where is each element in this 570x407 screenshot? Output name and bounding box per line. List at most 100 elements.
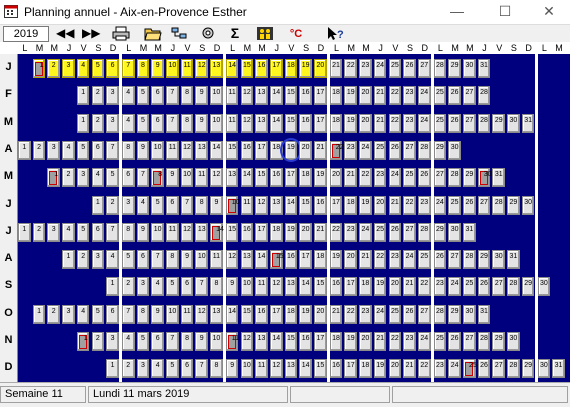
day-cell[interactable]: 29 [492,332,506,351]
day-cell[interactable]: 13 [210,304,223,324]
day-cell[interactable]: 18 [299,168,312,188]
day-cell[interactable]: 20 [359,332,372,351]
day-cell[interactable]: 4 [121,113,135,133]
day-cell[interactable]: 11 [195,168,209,188]
day-cell[interactable]: 25 [417,250,431,270]
day-cell[interactable]: 14 [225,59,239,78]
day-cell[interactable]: 9 [225,277,239,297]
day-cell[interactable]: 7 [151,250,164,270]
day-cell[interactable]: 5 [166,359,179,379]
day-cell[interactable]: 22 [417,277,431,297]
day-cell[interactable]: 13 [269,195,283,215]
day-cell[interactable]: 6 [151,86,164,106]
day-cell[interactable]: 25 [433,86,447,106]
day-cell[interactable]: 21 [403,277,416,297]
day-cell[interactable]: 2 [62,168,75,188]
day-cell[interactable]: 15 [299,195,312,215]
day-cell[interactable]: 10 [225,195,240,215]
day-cell[interactable]: 30 [477,168,491,188]
day-cell[interactable]: 20 [373,195,387,215]
day-cell[interactable]: 6 [106,304,119,324]
day-cell[interactable]: 7 [121,304,135,324]
day-cell[interactable]: 26 [403,304,416,324]
day-cell[interactable]: 28 [417,222,431,242]
day-cell[interactable]: 21 [344,168,358,188]
day-cell[interactable]: 31 [477,59,491,78]
day-cell[interactable]: 31 [552,359,565,379]
day-cell[interactable]: 13 [195,140,209,160]
day-cell[interactable]: 13 [255,332,268,351]
day-cell[interactable]: 8 [136,59,150,78]
day-cell[interactable]: 14 [269,86,283,106]
day-cell[interactable]: 29 [492,113,506,133]
minimize-button[interactable]: — [436,0,478,24]
day-cell[interactable]: 23 [344,140,358,160]
day-cell[interactable]: 2 [32,222,46,242]
day-cell[interactable]: 11 [255,359,268,379]
day-cell[interactable]: 12 [210,168,223,188]
day-cell[interactable]: 12 [195,304,209,324]
day-cell[interactable]: 6 [166,195,179,215]
day-cell[interactable]: 29 [448,59,461,78]
day-cell[interactable]: 25 [463,359,477,379]
day-cell[interactable]: 5 [106,168,119,188]
day-cell[interactable]: 17 [284,168,298,188]
day-cell[interactable]: 9 [151,304,164,324]
day-cell[interactable]: 18 [314,250,327,270]
day-cell[interactable]: 1 [32,304,46,324]
day-cell[interactable]: 12 [269,359,283,379]
close-button[interactable]: ✕ [528,0,570,24]
day-cell[interactable]: 25 [373,222,387,242]
day-cell[interactable]: 15 [314,359,327,379]
day-cell[interactable]: 25 [448,195,461,215]
day-cell[interactable]: 20 [359,113,372,133]
day-cell[interactable]: 10 [210,113,223,133]
day-cell[interactable]: 8 [210,277,223,297]
day-cell[interactable]: 8 [121,222,135,242]
day-cell[interactable]: 17 [255,222,268,242]
day-cell[interactable]: 30 [448,222,461,242]
day-cell[interactable]: 16 [269,168,283,188]
day-cell[interactable]: 3 [62,304,75,324]
degree-celsius-icon[interactable]: °C [288,26,304,41]
day-cell[interactable]: 27 [448,250,461,270]
day-cell[interactable]: 2 [121,277,135,297]
sum-icon[interactable]: Σ [228,26,242,41]
day-cell[interactable]: 31 [521,113,535,133]
day-cell[interactable]: 9 [195,86,209,106]
day-cell[interactable]: 23 [344,222,358,242]
day-cell[interactable]: 3 [76,168,90,188]
day-cell[interactable]: 29 [433,222,447,242]
day-cell[interactable]: 22 [359,168,372,188]
day-cell[interactable]: 30 [537,277,551,297]
day-cell[interactable]: 30 [537,359,551,379]
day-cell[interactable]: 17 [314,332,327,351]
day-cell[interactable]: 17 [314,113,327,133]
day-cell[interactable]: 24 [403,250,416,270]
people-icon[interactable] [256,26,274,41]
day-cell[interactable]: 27 [463,113,476,133]
day-cell[interactable]: 20 [314,304,327,324]
day-cell[interactable]: 24 [417,332,431,351]
day-cell[interactable]: 15 [225,140,239,160]
day-cell[interactable]: 28 [477,113,491,133]
day-cell[interactable]: 9 [151,59,164,78]
day-cell[interactable]: 4 [106,250,119,270]
day-cell[interactable]: 1 [62,250,75,270]
day-cell[interactable]: 4 [76,304,90,324]
day-cell[interactable]: 2 [91,86,105,106]
day-cell[interactable]: 9 [180,250,194,270]
day-cell[interactable]: 21 [388,195,402,215]
day-cell[interactable]: 12 [240,332,254,351]
day-cell[interactable]: 1 [76,86,90,106]
day-cell[interactable]: 17 [329,195,343,215]
day-cell[interactable]: 1 [76,113,90,133]
day-cell[interactable]: 5 [91,59,105,78]
day-cell[interactable]: 19 [314,168,327,188]
day-cell[interactable]: 8 [180,332,194,351]
day-cell[interactable]: 23 [403,332,416,351]
day-cell[interactable]: 15 [255,168,268,188]
day-cell[interactable]: 30 [463,59,476,78]
day-cell[interactable]: 21 [329,59,343,78]
day-cell[interactable]: 6 [180,359,194,379]
